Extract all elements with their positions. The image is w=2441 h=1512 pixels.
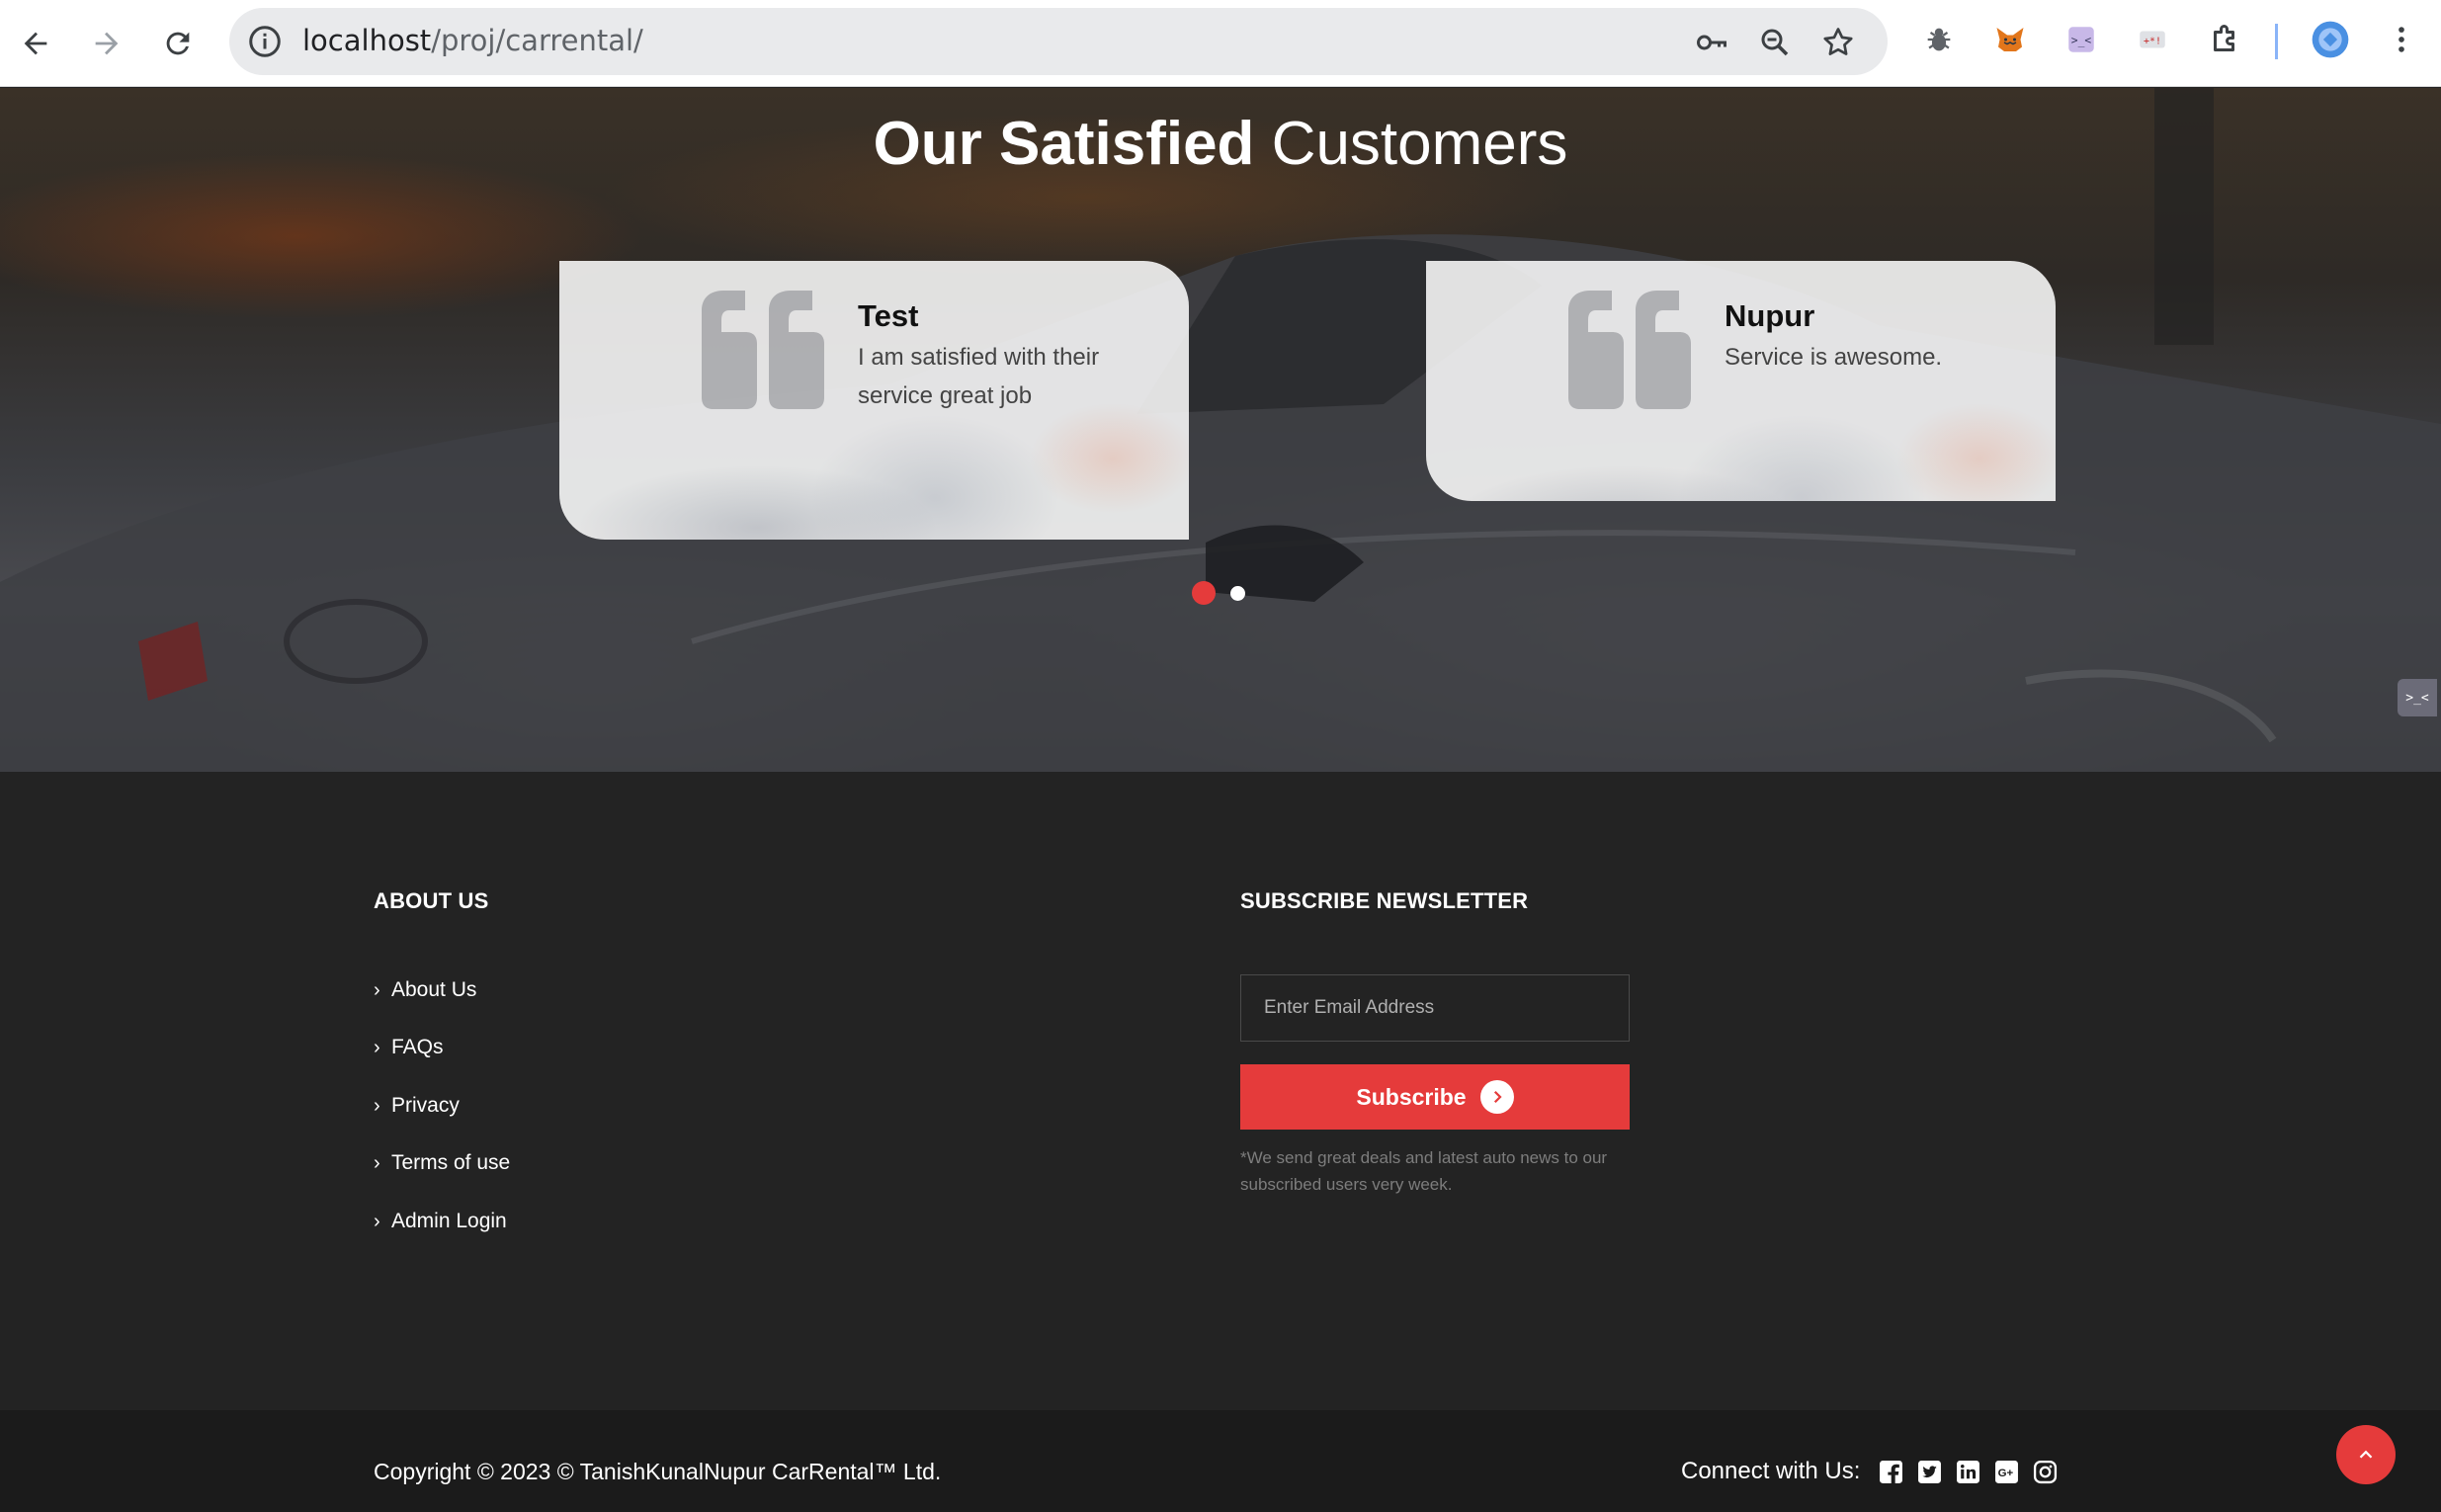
profile-avatar-icon[interactable]: [2311, 20, 2350, 59]
metamask-fox-icon[interactable]: [1990, 20, 2030, 59]
bookmark-star-icon[interactable]: [1820, 25, 1856, 60]
footer-link-label: Terms of use: [391, 1151, 511, 1174]
footer-bottom-bar: [0, 1410, 2441, 1512]
facebook-icon[interactable]: [1879, 1460, 1903, 1484]
bug-extension-icon[interactable]: [1919, 20, 1959, 59]
car-background-image: [0, 88, 2441, 772]
section-title-light: Customers: [1271, 110, 1568, 178]
footer-link-label: Privacy: [391, 1094, 460, 1117]
testimonials-section: Our Satisfied Customers Test I am satisf…: [0, 88, 2441, 772]
footer: [0, 772, 2441, 1410]
instagram-icon[interactable]: [2033, 1460, 2058, 1484]
footer-link-terms[interactable]: › Terms of use: [374, 1151, 510, 1175]
menu-kebab-icon[interactable]: [2382, 20, 2421, 59]
section-title: Our Satisfied Customers: [0, 114, 2441, 175]
newsletter-email-input[interactable]: [1240, 974, 1630, 1042]
footer-link-about-us[interactable]: › About Us: [374, 978, 476, 1002]
chevron-right-icon: ›: [374, 978, 380, 1001]
subscribe-button[interactable]: Subscribe: [1240, 1064, 1630, 1130]
quote-icon: [1568, 291, 1691, 409]
footer-link-label: About Us: [391, 978, 477, 1001]
toolbar-separator: [2275, 24, 2278, 59]
svg-text:>_<: >_<: [2071, 33, 2092, 46]
linkedin-icon[interactable]: [1956, 1460, 1980, 1484]
back-to-top-button[interactable]: [2336, 1425, 2396, 1484]
zoom-icon[interactable]: [1757, 25, 1793, 60]
newsletter-note: *We send great deals and latest auto new…: [1240, 1148, 1608, 1194]
testimonial-text: I am satisfied with their service great …: [858, 344, 1100, 409]
newsletter-heading: SUBSCRIBE NEWSLETTER: [1240, 888, 1529, 913]
devtools-side-tab[interactable]: >_<: [2398, 679, 2437, 716]
extensions-puzzle-icon[interactable]: [2206, 20, 2245, 59]
footer-link-label: FAQs: [391, 1036, 444, 1058]
section-title-bold: Our Satisfied: [873, 110, 1255, 178]
arrow-left-icon: [24, 32, 47, 55]
footer-link-label: Admin Login: [391, 1210, 507, 1232]
url-text: localhost/proj/carrental/: [302, 24, 643, 57]
info-icon[interactable]: [247, 24, 283, 59]
back-button[interactable]: [6, 14, 65, 73]
svg-text:+*!: +*!: [2144, 36, 2161, 46]
copyright-text: Copyright © 2023 © TanishKunalNupur CarR…: [374, 1459, 942, 1484]
testimonial-card: Nupur Service is awesome.: [1426, 261, 2056, 501]
arrow-right-icon: [95, 32, 119, 55]
testimonial-card: Test I am satisfied with their service g…: [559, 261, 1189, 540]
svg-text:G+: G+: [1998, 1468, 2014, 1479]
about-heading: ABOUT US: [374, 888, 489, 913]
twitter-icon[interactable]: [1917, 1460, 1942, 1484]
reload-button[interactable]: [148, 14, 208, 73]
carousel-dot-1[interactable]: [1192, 581, 1216, 605]
testimonial-name: Nupur: [1725, 298, 1815, 333]
footer-link-admin-login[interactable]: › Admin Login: [374, 1210, 507, 1233]
terminal-extension-icon[interactable]: >_<: [2062, 20, 2101, 59]
chevron-up-icon: [2359, 1450, 2373, 1459]
chevron-right-icon: ›: [374, 1151, 380, 1174]
url-host: localhost: [302, 24, 432, 57]
arrow-circle-right-icon: [1479, 1080, 1514, 1114]
tab-extension-icon[interactable]: +*!: [2133, 20, 2172, 59]
url-path: /proj/carrental/: [431, 24, 643, 57]
browser-toolbar: localhost/proj/carrental/ >_< +*!: [0, 0, 2441, 87]
footer-link-privacy[interactable]: › Privacy: [374, 1094, 460, 1118]
reload-icon: [166, 32, 190, 55]
quote-icon: [702, 291, 824, 409]
google-plus-icon[interactable]: G+: [1994, 1460, 2019, 1484]
carousel-dot-2[interactable]: [1230, 586, 1245, 601]
chevron-right-icon: ›: [374, 1036, 380, 1058]
footer-link-faqs[interactable]: › FAQs: [374, 1036, 444, 1059]
subscribe-button-label: Subscribe: [1356, 1083, 1467, 1110]
forward-button[interactable]: [77, 14, 136, 73]
testimonial-name: Test: [858, 298, 919, 333]
connect-label: Connect with Us:: [1681, 1458, 1861, 1484]
chevron-right-icon: ›: [374, 1210, 380, 1232]
testimonial-text: Service is awesome.: [1725, 344, 1943, 371]
address-bar[interactable]: localhost/proj/carrental/: [229, 8, 1888, 75]
chevron-right-icon: ›: [374, 1094, 380, 1117]
key-icon[interactable]: [1694, 25, 1729, 60]
